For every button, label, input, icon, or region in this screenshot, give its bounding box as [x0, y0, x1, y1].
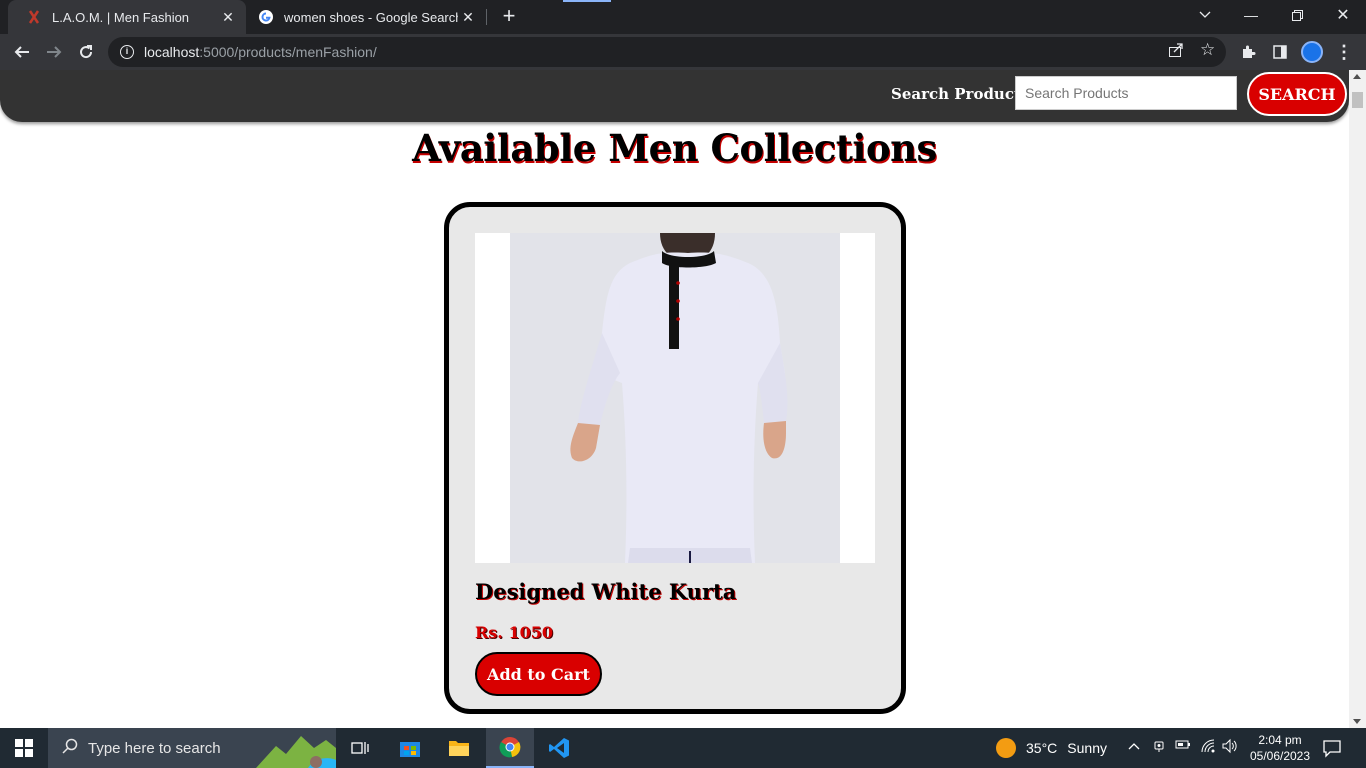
tray-chevron-icon[interactable]: [1128, 738, 1140, 753]
tab-title: L.A.O.M. | Men Fashion: [52, 9, 190, 25]
page-viewport: Search Product: SEARCH Available Men Col…: [0, 70, 1349, 728]
product-image[interactable]: [475, 233, 875, 563]
google-icon: [258, 9, 274, 25]
product-card: Designed White Kurta Rs. 1050 Add to Car…: [444, 202, 906, 714]
add-to-cart-button[interactable]: Add to Cart: [475, 652, 602, 696]
search-input[interactable]: [1015, 76, 1237, 110]
product-name[interactable]: Designed White Kurta: [475, 579, 736, 604]
weather-temp: 35°C: [1026, 740, 1058, 756]
clock-time: 2:04 pm: [1258, 733, 1302, 747]
taskbar-search-text: Type here to search: [88, 739, 221, 757]
forward-icon[interactable]: [39, 37, 69, 67]
clock-date: 05/06/2023: [1249, 749, 1311, 763]
bookmark-star-icon[interactable]: ☆: [1200, 40, 1215, 60]
meet-now-icon[interactable]: [1152, 738, 1166, 757]
menu-dots-icon[interactable]: ⋮: [1329, 37, 1359, 67]
task-view-icon[interactable]: [336, 728, 384, 768]
scrollbar-thumb[interactable]: [1352, 92, 1363, 108]
address-bar[interactable]: i localhost :5000/products/menFashion/: [108, 37, 1226, 67]
url-path: :5000/products/menFashion/: [199, 44, 377, 60]
close-window-icon[interactable]: ✕: [1320, 0, 1366, 30]
tab-google-search[interactable]: women shoes - Google Search ✕: [248, 0, 486, 34]
browser-toolbar: i localhost :5000/products/menFashion/ ☆…: [0, 34, 1366, 70]
site-info-icon[interactable]: i: [120, 45, 134, 59]
weather-text: Sunny: [1067, 740, 1107, 756]
search-icon: [62, 738, 78, 759]
windows-start-icon[interactable]: [0, 728, 48, 768]
scroll-up-arrow-icon[interactable]: [1353, 74, 1361, 79]
chrome-taskbar-icon[interactable]: [486, 728, 534, 768]
share-icon[interactable]: [1168, 42, 1184, 61]
url-host: localhost: [144, 44, 200, 60]
scroll-down-arrow-icon[interactable]: [1353, 719, 1361, 724]
product-photo: [510, 233, 840, 563]
profile-avatar[interactable]: [1301, 41, 1323, 63]
file-explorer-icon[interactable]: [435, 728, 483, 768]
browser-tab-bar: L.A.O.M. | Men Fashion ✕ women shoes - G…: [0, 0, 1366, 34]
notifications-icon[interactable]: [1322, 738, 1342, 758]
system-clock[interactable]: 2:04 pm 05/06/2023: [1244, 732, 1316, 764]
window-accent: [563, 0, 611, 2]
restore-icon[interactable]: [1274, 0, 1320, 30]
search-highlight-illustration-icon: [256, 736, 336, 768]
vscode-icon[interactable]: [535, 728, 583, 768]
tab-men-fashion[interactable]: L.A.O.M. | Men Fashion ✕: [8, 0, 246, 34]
new-tab-icon[interactable]: +: [496, 5, 522, 29]
back-icon[interactable]: [7, 37, 37, 67]
extensions-icon[interactable]: [1233, 37, 1263, 67]
weather-widget[interactable]: 35°C Sunny: [996, 728, 1107, 768]
close-tab-icon[interactable]: ✕: [458, 7, 478, 27]
tab-search-icon[interactable]: [1182, 0, 1228, 30]
product-price: Rs. 1050: [475, 623, 553, 642]
site-favicon-icon: [26, 9, 42, 25]
page-scrollbar[interactable]: [1349, 70, 1366, 728]
tab-divider: [486, 9, 487, 25]
battery-icon[interactable]: [1175, 738, 1191, 753]
page-title: Available Men Collections: [412, 126, 937, 170]
microsoft-store-icon[interactable]: [386, 728, 434, 768]
volume-icon[interactable]: [1222, 738, 1238, 757]
side-panel-icon[interactable]: [1265, 37, 1295, 67]
taskbar-search-box[interactable]: Type here to search: [48, 728, 336, 768]
windows-taskbar: Type here to search 35°C Sunny 2:04 pm 0…: [0, 728, 1366, 768]
site-navbar: Search Product: SEARCH: [0, 70, 1349, 122]
close-tab-icon[interactable]: ✕: [218, 7, 238, 27]
sun-icon: [996, 738, 1016, 758]
reload-icon[interactable]: [71, 37, 101, 67]
search-label: Search Product:: [891, 85, 1027, 103]
minimize-icon[interactable]: —: [1228, 0, 1274, 30]
tab-title: women shoes - Google Search: [284, 9, 458, 25]
wifi-icon[interactable]: [1200, 738, 1216, 757]
search-button[interactable]: SEARCH: [1247, 72, 1347, 116]
